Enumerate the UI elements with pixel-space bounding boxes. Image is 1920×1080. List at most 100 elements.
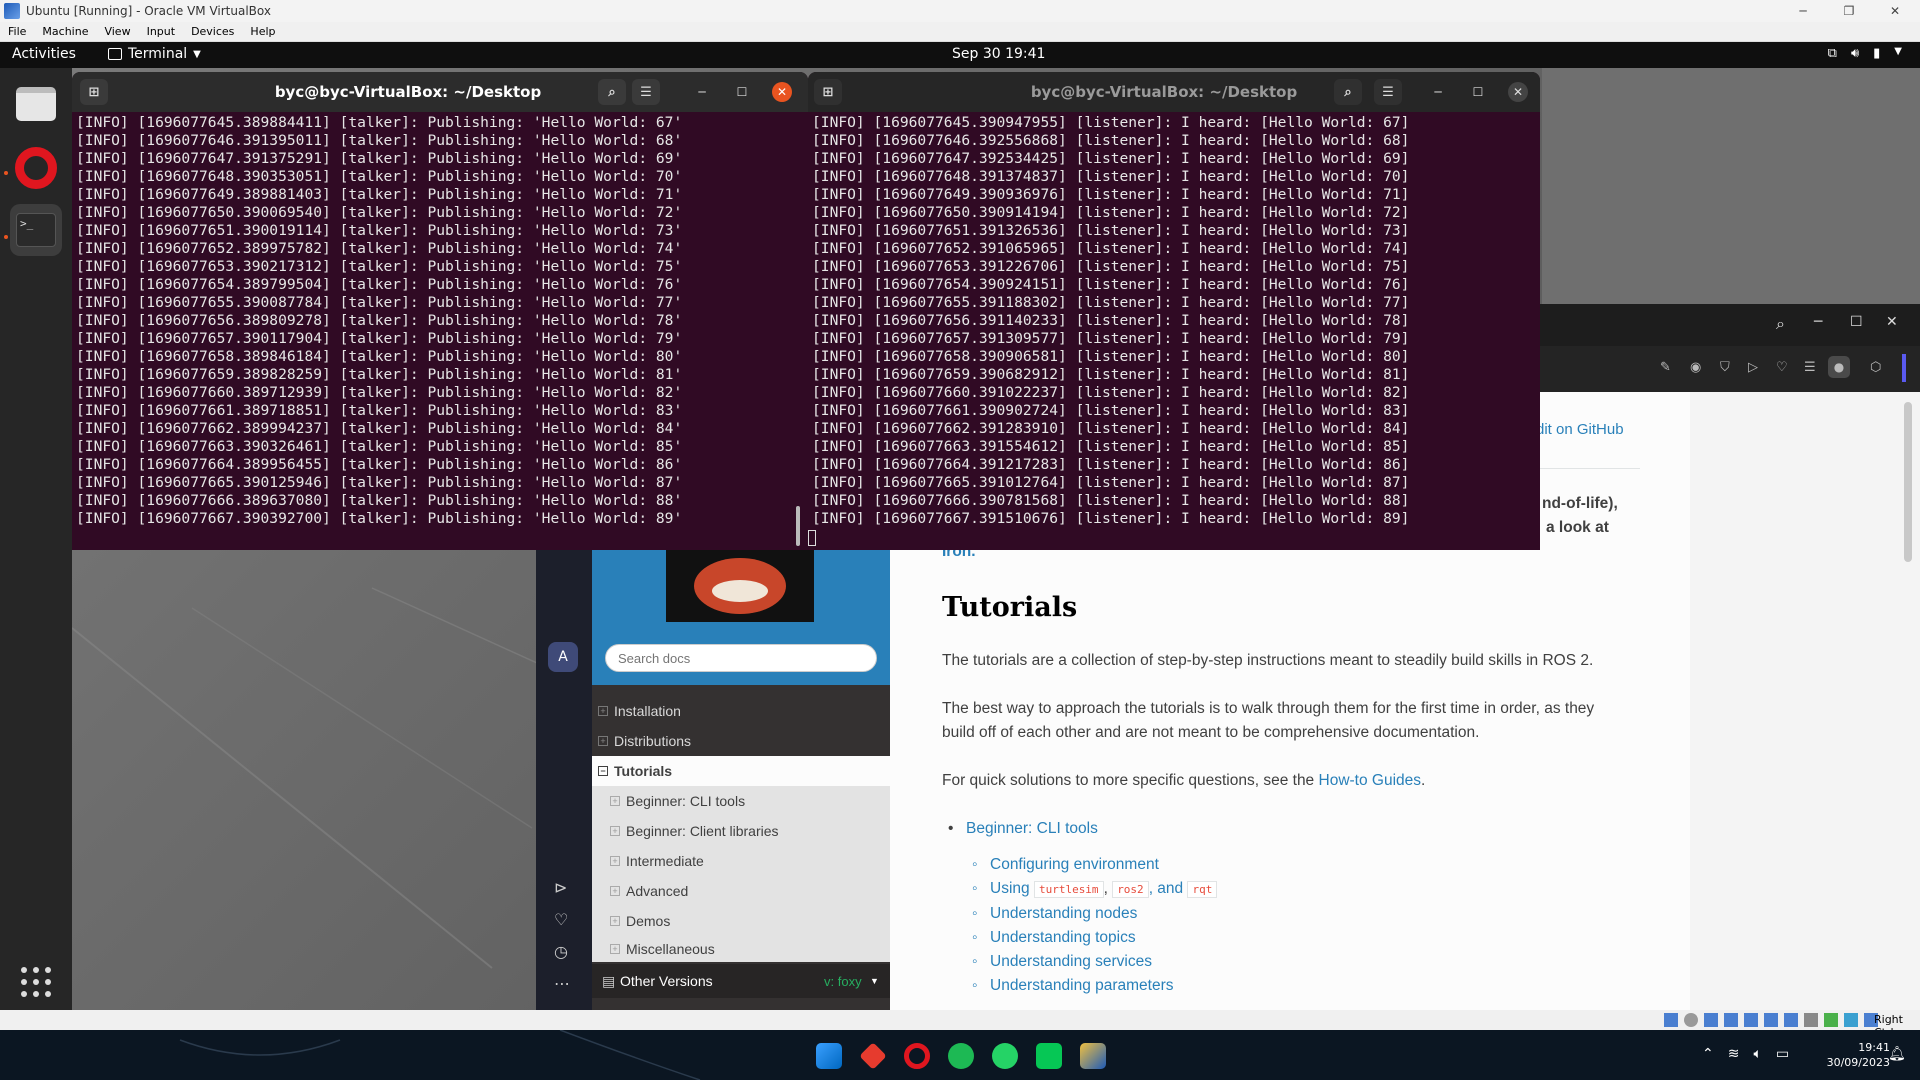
volume-icon[interactable]: 🔈︎ <box>1753 1046 1761 1062</box>
heart-icon[interactable]: ♡ <box>554 910 568 929</box>
edit-icon[interactable]: ✎ <box>1660 360 1671 375</box>
minimize-button[interactable]: ─ <box>1780 0 1826 22</box>
new-tab-icon[interactable]: ⊞ <box>814 79 842 105</box>
search-icon[interactable]: ⌕ <box>1776 314 1785 334</box>
list-link[interactable]: Understanding parameters <box>990 974 1174 998</box>
terminal-output[interactable]: [INFO] [1696077645.389884411] [talker]: … <box>72 112 808 528</box>
play-icon[interactable]: ▷ <box>1748 360 1758 375</box>
windows-start-icon[interactable] <box>816 1043 842 1069</box>
scrollbar[interactable] <box>796 506 800 546</box>
files-icon[interactable] <box>10 78 62 130</box>
tray-icons[interactable]: ⌃ ≋ 🔈︎ ▭ <box>1702 1046 1789 1062</box>
maximize-button[interactable]: ☐ <box>1468 82 1488 102</box>
cube-icon[interactable]: ⬡ <box>1870 360 1881 375</box>
nav-sub-item[interactable]: + Demos <box>592 906 890 936</box>
new-tab-icon[interactable]: ⊞ <box>80 79 108 105</box>
nav-distributions[interactable]: + Distributions <box>592 726 890 756</box>
terminal-window-listener[interactable]: ⊞ byc@byc-VirtualBox: ~/Desktop ⌕ ☰ ─ ☐ … <box>808 72 1540 550</box>
minimize-button[interactable]: ─ <box>1428 82 1448 102</box>
terminal-window-talker[interactable]: ⊞ byc@byc-VirtualBox: ~/Desktop ⌕ ☰ ─ ☐ … <box>72 72 808 550</box>
network-icon[interactable] <box>1724 1013 1738 1027</box>
maximize-button[interactable]: ☐ <box>732 82 752 102</box>
other-versions-label: Other Versions <box>620 973 713 989</box>
close-button[interactable]: ✕ <box>1872 0 1918 22</box>
nav-sub-item[interactable]: + Advanced <box>592 876 890 906</box>
maximize-button[interactable]: ❐ <box>1826 0 1872 22</box>
history-icon[interactable]: ◷ <box>554 942 568 961</box>
chevron-up-icon[interactable]: ⌃ <box>1702 1046 1714 1062</box>
minimize-button[interactable]: ─ <box>1814 314 1822 330</box>
opera-icon[interactable] <box>10 142 62 194</box>
system-tray[interactable]: ⧉ 🔊︎ ▮ ▼ <box>1828 46 1902 61</box>
menu-view[interactable]: View <box>96 25 138 38</box>
hdd-icon[interactable] <box>1664 1013 1678 1027</box>
virtualbox-icon[interactable] <box>1080 1043 1106 1069</box>
list-link[interactable]: Understanding topics <box>990 926 1136 950</box>
nav-tutorials[interactable]: − Tutorials <box>592 756 890 786</box>
app-menu[interactable]: Terminal ▼ <box>108 46 201 62</box>
menu-file[interactable]: File <box>0 25 34 38</box>
profile-icon[interactable]: ● <box>1828 356 1850 378</box>
taskbar-clock[interactable]: 19:41 30/09/2023 <box>1810 1040 1890 1070</box>
menu-icon[interactable]: ☰ <box>1804 360 1816 375</box>
shared-folder-icon[interactable] <box>1764 1013 1778 1027</box>
recording-icon[interactable] <box>1804 1013 1818 1027</box>
terminal-line: [INFO] [1696077658.390906581] [listener]… <box>812 348 1410 365</box>
spotify-icon[interactable] <box>948 1043 974 1069</box>
maximize-button[interactable]: ☐ <box>1850 314 1863 330</box>
activities-button[interactable]: Activities <box>12 46 76 62</box>
menu-help[interactable]: Help <box>242 25 283 38</box>
list-link[interactable]: Understanding services <box>990 950 1152 974</box>
cpu-icon[interactable] <box>1844 1013 1858 1027</box>
battery-icon[interactable]: ▭ <box>1776 1046 1789 1062</box>
nav-sub-label: Demos <box>626 913 671 929</box>
nav-sub-item[interactable]: + Beginner: Client libraries <box>592 816 890 846</box>
list-link[interactable]: Configuring environment <box>990 853 1159 877</box>
list-link-cli-tools[interactable]: Beginner: CLI tools <box>966 817 1098 841</box>
display-icon[interactable] <box>1784 1013 1798 1027</box>
usb-icon[interactable] <box>1744 1013 1758 1027</box>
show-apps-icon[interactable] <box>10 956 62 1008</box>
menu-icon[interactable]: ☰ <box>1374 79 1402 105</box>
terminal-titlebar[interactable]: ⊞ byc@byc-VirtualBox: ~/Desktop ⌕ ☰ ─ ☐ … <box>808 72 1540 112</box>
version-switcher[interactable]: ▤ Other Versions v: foxy ▼ <box>592 964 890 998</box>
menu-icon[interactable]: ☰ <box>632 79 660 105</box>
player-icon[interactable]: ⊳ <box>554 878 567 897</box>
wifi-icon[interactable]: ≋ <box>1728 1046 1740 1062</box>
edit-on-github-link[interactable]: dit on GitHub <box>1536 418 1624 442</box>
audio-icon[interactable] <box>1704 1013 1718 1027</box>
menu-machine[interactable]: Machine <box>34 25 96 38</box>
close-button[interactable]: ✕ <box>772 82 792 102</box>
heart-icon[interactable]: ♡ <box>1776 360 1788 375</box>
notification-bell-icon[interactable]: 🔔︎ <box>1888 1046 1906 1062</box>
nav-sub-item[interactable]: + Beginner: CLI tools <box>592 786 890 816</box>
nav-sub-item[interactable]: + Miscellaneous <box>592 936 890 962</box>
optical-icon[interactable] <box>1684 1013 1698 1027</box>
search-icon[interactable]: ⌕ <box>598 79 626 105</box>
close-button[interactable]: ✕ <box>1508 82 1528 102</box>
list-link[interactable]: Understanding nodes <box>990 902 1137 926</box>
line-icon[interactable] <box>1036 1043 1062 1069</box>
nav-installation[interactable]: + Installation <box>592 696 890 726</box>
list-link-using[interactable]: Using turtlesim, ros2, and rqt <box>990 877 1218 902</box>
menu-input[interactable]: Input <box>139 25 183 38</box>
more-icon[interactable]: ⋯ <box>554 974 570 993</box>
nav-sub-item[interactable]: + Intermediate <box>592 846 890 876</box>
search-icon[interactable]: ⌕ <box>1334 79 1362 105</box>
guest-additions-icon[interactable] <box>1824 1013 1838 1027</box>
shield-icon[interactable]: ⛉ <box>1720 360 1730 375</box>
camera-icon[interactable]: ◉ <box>1690 360 1701 375</box>
terminal-titlebar[interactable]: ⊞ byc@byc-VirtualBox: ~/Desktop ⌕ ☰ ─ ☐ … <box>72 72 808 112</box>
how-to-guides-link[interactable]: How-to Guides <box>1319 772 1422 789</box>
aria-icon[interactable]: A <box>548 642 578 672</box>
search-input[interactable] <box>605 644 877 672</box>
minimize-button[interactable]: ─ <box>692 82 712 102</box>
whatsapp-icon[interactable] <box>992 1043 1018 1069</box>
terminal-dock-icon[interactable]: >_ <box>10 204 62 256</box>
terminal-output[interactable]: [INFO] [1696077645.390947955] [listener]… <box>808 112 1540 528</box>
menu-devices[interactable]: Devices <box>183 25 242 38</box>
scrollbar[interactable] <box>1904 402 1912 562</box>
clock[interactable]: Sep 30 19:41 <box>952 46 1045 62</box>
opera-icon[interactable] <box>904 1043 930 1069</box>
close-icon[interactable]: ✕ <box>1886 314 1898 330</box>
